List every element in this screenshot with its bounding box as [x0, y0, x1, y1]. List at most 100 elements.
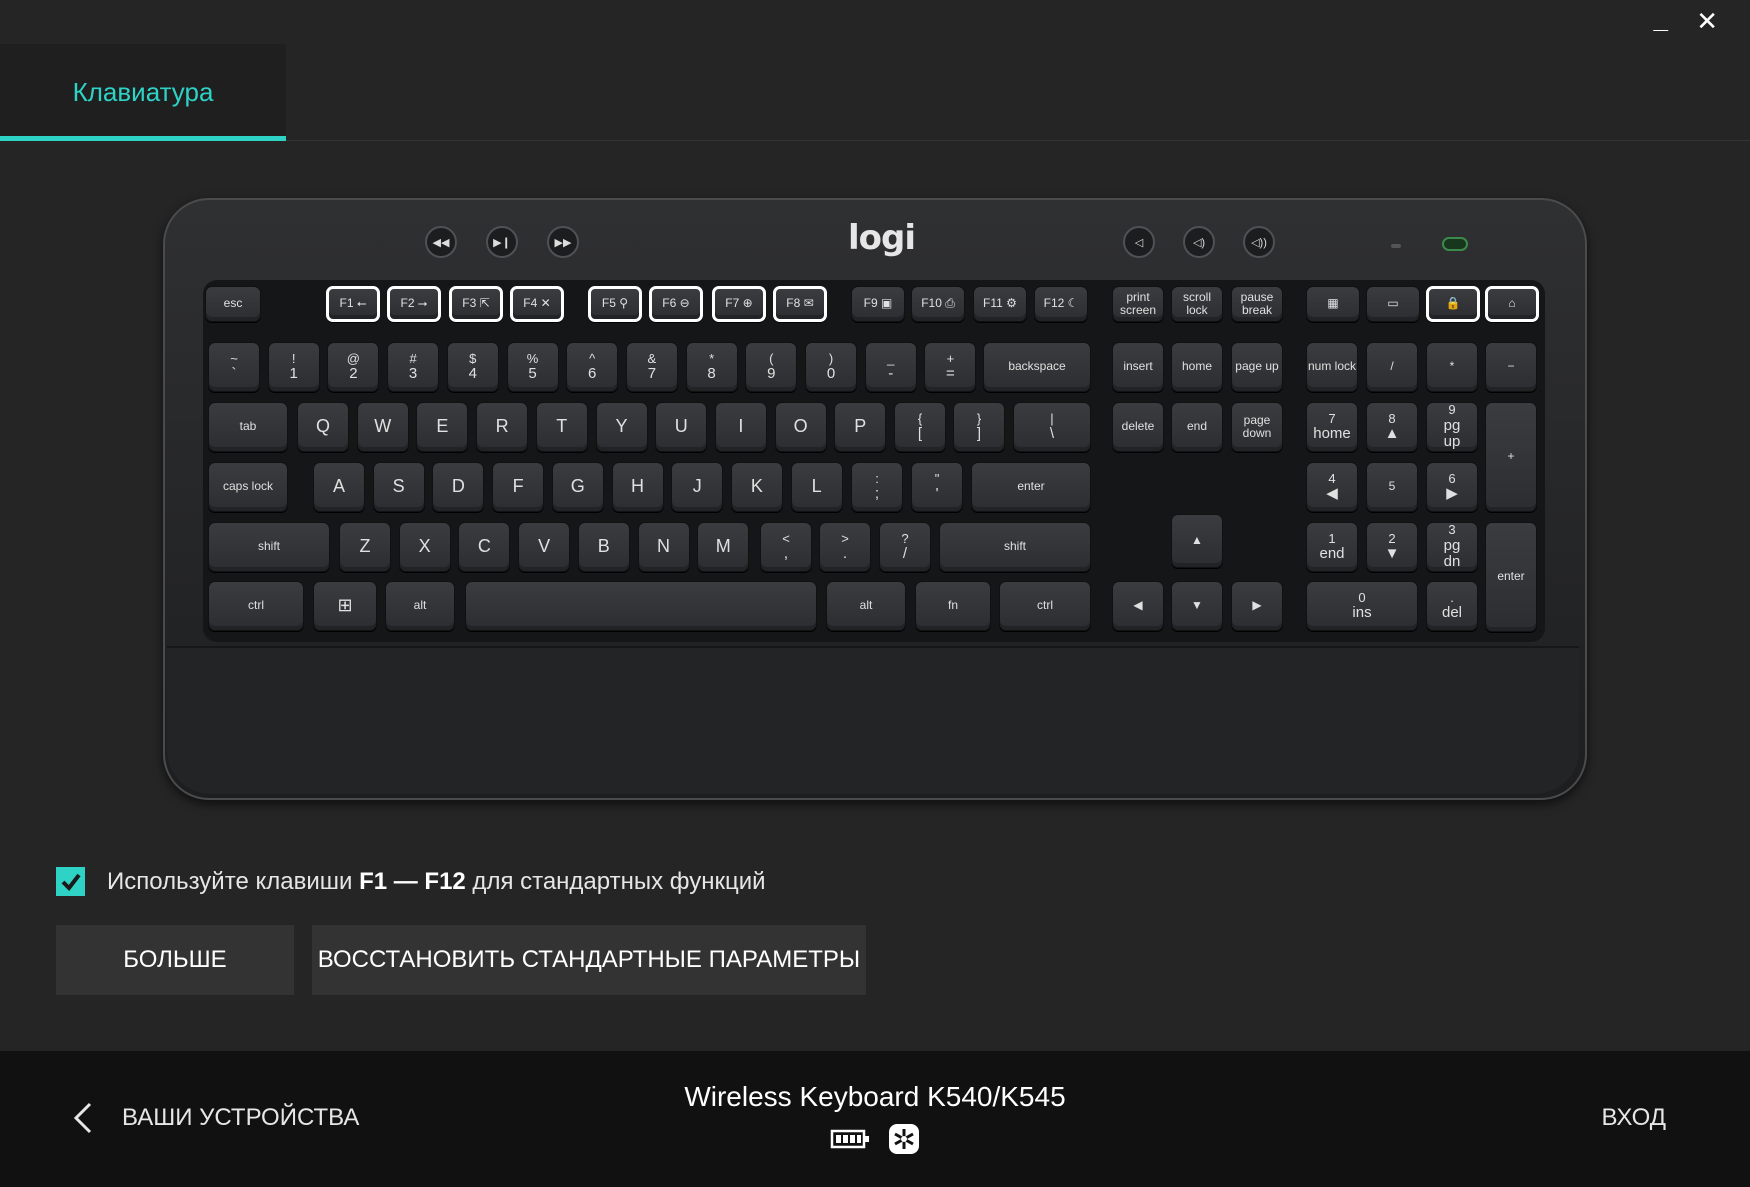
key-y: Y — [595, 402, 648, 452]
key-windows: ⊞ — [313, 581, 377, 631]
key-punct-9: >. — [819, 522, 871, 572]
login-link[interactable]: ВХОД — [1601, 1104, 1666, 1132]
key-h: H — [611, 462, 664, 512]
device-name: Wireless Keyboard K540/K545 — [684, 1081, 1066, 1112]
key-num-4: 4 ◀ — [1306, 462, 1358, 512]
key-space — [465, 581, 817, 631]
key-3: #3 — [387, 342, 440, 392]
key-arrow-left: ◀ — [1112, 581, 1164, 631]
battery-icon — [830, 1129, 869, 1149]
key-f11: F11 ⚙ — [973, 286, 1027, 322]
key-ctrl-left: ctrl — [208, 581, 304, 631]
key-2: @2 — [327, 342, 380, 392]
fkeys-text-after: для стандартных функций — [465, 867, 766, 895]
key-page-down: page down — [1231, 402, 1283, 452]
key-f8: F8 ✉ — [773, 286, 827, 322]
key-f7: F7 ⊕ — [712, 286, 766, 322]
key-backslash: | \ — [1013, 402, 1091, 452]
key-9: (9 — [745, 342, 798, 392]
play-pause-icon: ▶❙ — [486, 226, 518, 258]
key-f9: F9 ▣ — [851, 286, 905, 322]
key-k: K — [730, 462, 783, 512]
fast-forward-icon: ▶▶ — [547, 226, 579, 258]
key-sym: + = — [924, 342, 977, 392]
keyboard-illustration: logi ◀◀ ▶❙ ▶▶ ◁ ◁) ◁)) esc F1 ⭠ F2 ⭢ F3 ⇱ F4 ✕ F5 ⚲… — [163, 198, 1587, 800]
key-i: I — [714, 402, 767, 452]
key-6: ^ 6 — [566, 342, 619, 392]
key-r: R — [476, 402, 529, 452]
key-num-3-pg-dn: 3 pg dn — [1426, 522, 1478, 572]
key-num-6: 6 ▶ — [1426, 462, 1478, 512]
key-num-0: 0 ins — [1306, 581, 1418, 631]
key-special-3: 🔒 — [1426, 286, 1480, 322]
key-punct-8: <, — [760, 522, 812, 572]
device-status — [830, 1123, 920, 1155]
tab-bar: Клавиатура — [0, 0, 1750, 141]
key-e: E — [416, 402, 469, 452]
key-enter: enter — [971, 462, 1091, 512]
key-n: N — [637, 522, 690, 572]
volume-down-icon: ◁) — [1183, 226, 1215, 258]
fkeys-checkbox[interactable] — [56, 867, 85, 896]
key-f1: F1 ⭠ — [326, 286, 380, 322]
key-5: % 5 — [506, 342, 559, 392]
key-num-plus: + — [1485, 402, 1537, 512]
more-button[interactable]: БОЛЬШЕ — [56, 925, 294, 995]
palm-rest — [167, 646, 1579, 794]
mute-icon: ◁ — [1123, 226, 1155, 258]
key-esc: esc — [205, 286, 261, 322]
key-arrow-right: ▶ — [1231, 581, 1283, 631]
key-num-r1-3: * — [1426, 342, 1478, 392]
checkmark-icon — [61, 873, 81, 891]
key-shift-right: shift — [939, 522, 1091, 572]
key-num-7-home: 7 home — [1306, 402, 1358, 452]
key-alt-right: alt — [826, 581, 906, 631]
fkeys-option-text: Используйте клавиши F1 — F12 для стандар… — [107, 868, 766, 896]
key-g: G — [551, 462, 604, 512]
key-caps-lock: caps lock — [208, 462, 288, 512]
key-x: X — [398, 522, 451, 572]
key-p: P — [834, 402, 887, 452]
key-semicolon: :; — [851, 462, 903, 512]
key-quote: " ' — [911, 462, 963, 512]
key-f5: F5 ⚲ — [588, 286, 642, 322]
key-c: C — [458, 522, 511, 572]
key-a: A — [313, 462, 365, 512]
key-bracket-11: {[ — [894, 402, 946, 452]
rewind-icon: ◀◀ — [425, 226, 457, 258]
key-f10: F10 ⎙ — [911, 286, 965, 322]
key-num-r1-4: − — [1485, 342, 1537, 392]
key-f3: F3 ⇱ — [449, 286, 503, 322]
key-end: end — [1171, 402, 1223, 452]
key-fn: fn — [915, 581, 991, 631]
key-d: D — [432, 462, 485, 512]
key-z: Z — [339, 522, 391, 572]
key-print-screen: print screen — [1112, 286, 1164, 322]
key-num-1-end: 1 end — [1306, 522, 1358, 572]
restore-defaults-button[interactable]: ВОССТАНОВИТЬ СТАНДАРТНЫЕ ПАРАМЕТРЫ — [312, 925, 866, 995]
key-special-1: ▦ — [1306, 286, 1360, 322]
key-w: W — [356, 402, 409, 452]
key-8: * 8 — [685, 342, 738, 392]
key-bracket-12: }] — [953, 402, 1005, 452]
key-q: Q — [297, 402, 349, 452]
key-shift-left: shift — [208, 522, 330, 572]
key-num-del: . del — [1426, 581, 1478, 631]
key-7: & 7 — [625, 342, 678, 392]
key-1: ! 1 — [267, 342, 320, 392]
key-arrow-down: ▼ — [1171, 581, 1223, 631]
key-f4: F4 ✕ — [510, 286, 564, 322]
key-s: S — [372, 462, 425, 512]
key-sym: ~ ` — [208, 342, 260, 392]
key-insert: insert — [1112, 342, 1164, 392]
key-m: M — [697, 522, 750, 572]
tab-keyboard[interactable]: Клавиатура — [0, 44, 286, 141]
fkeys-option: Используйте клавиши F1 — F12 для стандар… — [56, 867, 766, 896]
key-j: J — [671, 462, 724, 512]
key-f12: F12 ☾ — [1034, 286, 1088, 322]
key-num-2: 2 ▼ — [1366, 522, 1418, 572]
key-t: T — [535, 402, 588, 452]
key-arrow-up: ▲ — [1171, 514, 1223, 568]
key-l: L — [790, 462, 843, 512]
volume-up-icon: ◁)) — [1243, 226, 1275, 258]
